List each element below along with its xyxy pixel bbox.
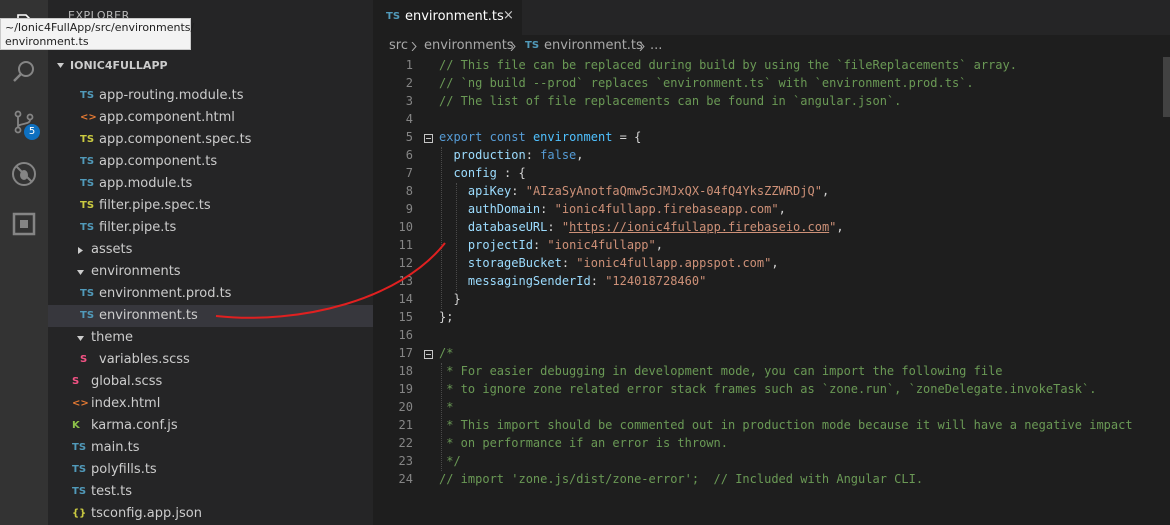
annotation-arrow	[215, 242, 446, 319]
